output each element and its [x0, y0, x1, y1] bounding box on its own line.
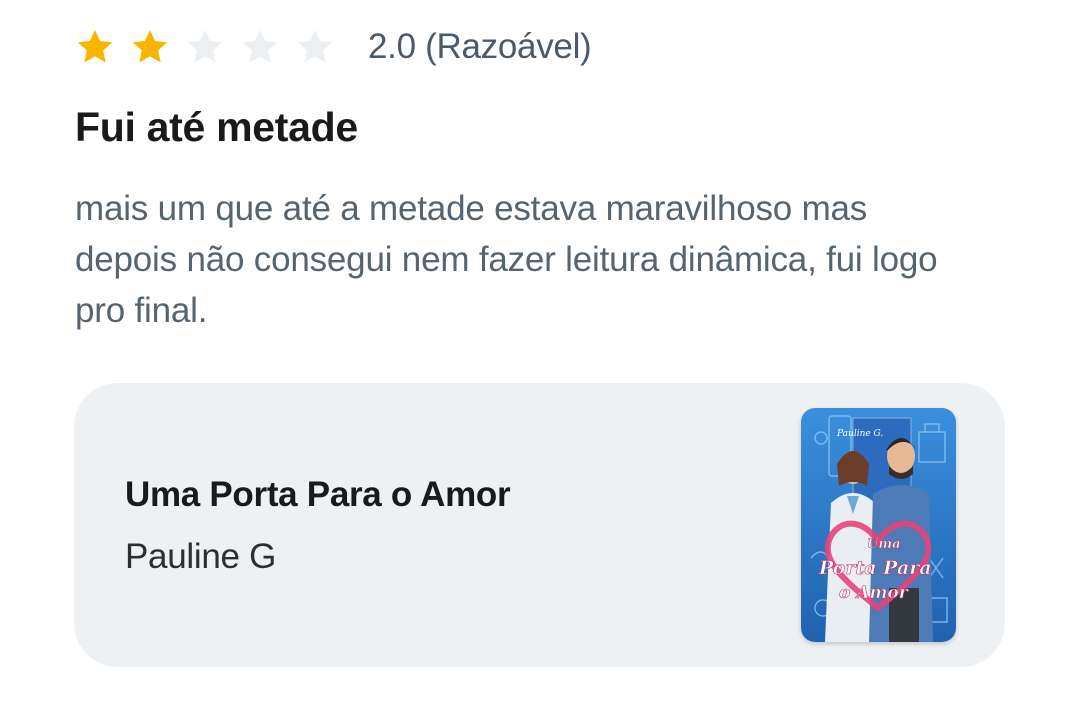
star-icon	[185, 27, 225, 67]
star-icon	[295, 27, 335, 67]
star-icon	[75, 27, 115, 67]
review-body: mais um que até a metade estava maravilh…	[75, 189, 938, 330]
rating-label: 2.0 (Razoável)	[368, 27, 592, 66]
star-icon	[130, 27, 170, 67]
cover-title-line3: o Amor	[839, 583, 909, 603]
book-cover-image[interactable]: Pauline G. Uma Porta Para o Amor	[801, 408, 956, 642]
cover-title-line2: Porta Para	[818, 557, 932, 579]
cover-author-mark: Pauline G.	[836, 429, 883, 439]
star-icon	[240, 27, 280, 67]
book-title: Uma Porta Para o Amor	[125, 475, 511, 514]
book-author: Pauline G	[125, 537, 277, 576]
rating-row: 2.0 (Razoável)	[75, 24, 592, 70]
book-card[interactable]: Uma Porta Para o Amor Pauline G Pauline …	[74, 383, 1005, 667]
cover-title-line1: Uma	[867, 537, 901, 552]
star-rating	[75, 27, 350, 67]
review-title: Fui até metade	[75, 104, 358, 150]
